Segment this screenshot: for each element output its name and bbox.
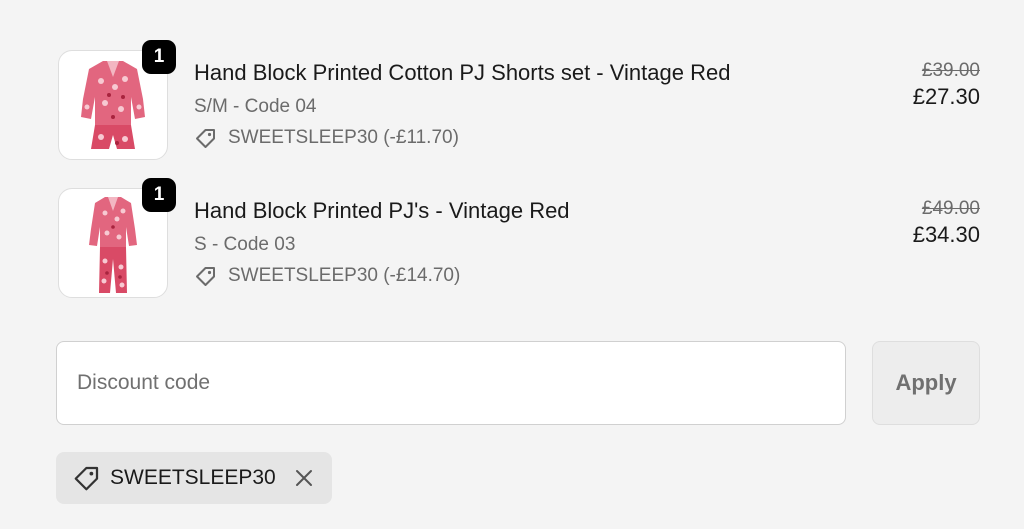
quantity-badge: 1: [142, 178, 176, 212]
applied-discount-chip: SWEETSLEEP30: [56, 452, 332, 504]
quantity-badge: 1: [142, 40, 176, 74]
product-title: Hand Block Printed PJ's - Vintage Red: [194, 198, 570, 223]
final-price: £34.30: [912, 222, 980, 247]
final-price: £27.30: [912, 84, 980, 109]
discount-code-input[interactable]: [56, 341, 846, 425]
item-discount: SWEETSLEEP30 (-£11.70): [194, 124, 459, 152]
original-price: £49.00: [921, 198, 980, 219]
product-variant: S/M - Code 04: [194, 96, 317, 117]
product-title: Hand Block Printed Cotton PJ Shorts set …: [194, 60, 731, 85]
item-discount-label: SWEETSLEEP30 (-£11.70): [228, 127, 459, 148]
apply-discount-button[interactable]: Apply: [872, 341, 980, 425]
original-price: £39.00: [921, 60, 980, 81]
product-thumbnail-wrapper: 1: [58, 40, 176, 160]
item-discount: SWEETSLEEP30 (-£14.70): [194, 262, 460, 290]
tag-icon: [196, 267, 215, 286]
applied-discount-code: SWEETSLEEP30: [110, 466, 276, 489]
item-discount-label: SWEETSLEEP30 (-£14.70): [228, 265, 461, 286]
product-variant: S - Code 03: [194, 234, 296, 255]
close-icon[interactable]: [292, 466, 316, 490]
product-thumbnail-wrapper: 1: [58, 178, 176, 298]
cart-line-item: 1 Hand Block Printed Cotton PJ Shorts se…: [58, 40, 982, 162]
cart-line-item: 1 Hand Block Printed PJ's - Vintage Red …: [58, 178, 982, 300]
tag-icon: [196, 129, 215, 148]
tag-icon: [74, 466, 99, 491]
